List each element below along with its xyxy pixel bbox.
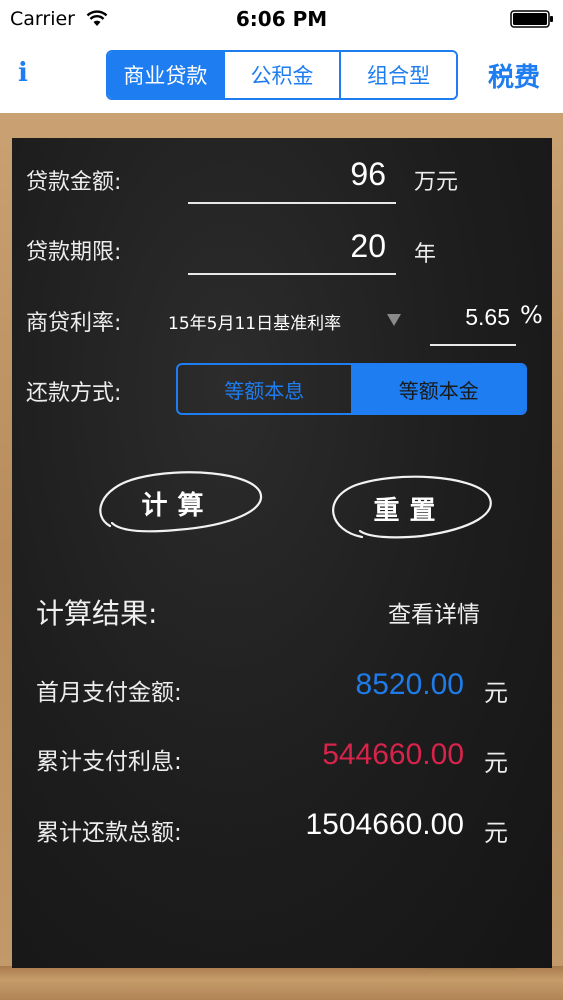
- loan-term-underline: [188, 273, 396, 275]
- rate-type-dropdown[interactable]: 15年5月11日基准利率: [168, 309, 341, 334]
- chalk-tray: [0, 966, 563, 1000]
- tax-button[interactable]: 税费: [488, 57, 540, 94]
- loan-term-unit: 年: [414, 242, 437, 267]
- loan-term-input[interactable]: 20: [188, 228, 386, 265]
- total-repayment-unit: 元: [484, 819, 508, 847]
- tab-commercial-loan[interactable]: 商业贷款: [108, 52, 225, 98]
- repayment-segmented-control: 等额本息 等额本金: [176, 363, 527, 415]
- triangle-down-icon[interactable]: [386, 313, 402, 327]
- result-title: 计算结果:: [36, 597, 158, 630]
- calculate-label: 计算: [141, 490, 214, 521]
- loan-amount-unit: 万元: [414, 170, 459, 195]
- tab-combined-loan[interactable]: 组合型: [341, 52, 456, 98]
- nav-bar: i 商业贷款 公积金 组合型 税费: [0, 40, 563, 113]
- battery-icon: [510, 10, 553, 28]
- loan-amount-label: 贷款金额:: [26, 170, 122, 195]
- loan-amount-underline: [188, 202, 396, 204]
- total-interest-unit: 元: [484, 749, 508, 777]
- rate-unit: %: [520, 301, 543, 329]
- first-month-payment-label: 首月支付金额:: [36, 680, 182, 706]
- rate-input[interactable]: 5.65: [432, 304, 510, 331]
- calculate-button[interactable]: 计算: [90, 468, 265, 538]
- rate-underline: [430, 344, 516, 346]
- total-repayment-label: 累计还款总额:: [36, 820, 182, 846]
- loan-type-segmented-control: 商业贷款 公积金 组合型: [106, 50, 458, 100]
- view-details-link[interactable]: 查看详情: [388, 595, 480, 629]
- loan-amount-input[interactable]: 96: [188, 156, 386, 193]
- total-interest-value: 544660.00: [322, 738, 464, 771]
- chalkboard: 贷款金额: 96 万元 贷款期限: 20 年 商贷利率: 15年5月11日基准利…: [12, 138, 552, 968]
- loan-term-label: 贷款期限:: [26, 240, 122, 265]
- first-month-payment-unit: 元: [484, 679, 508, 707]
- total-repayment-value: 1504660.00: [305, 808, 465, 841]
- reset-button[interactable]: 重置: [322, 473, 497, 543]
- status-bar: Carrier 6:06 PM: [0, 0, 563, 40]
- reset-label: 重置: [373, 495, 446, 526]
- total-interest-label: 累计支付利息:: [36, 749, 182, 775]
- repayment-label: 还款方式:: [26, 381, 122, 406]
- rate-label: 商贷利率:: [26, 311, 122, 336]
- clock: 6:06 PM: [235, 7, 328, 31]
- option-equal-principal[interactable]: 等额本金: [352, 365, 525, 413]
- info-button[interactable]: i: [18, 58, 28, 88]
- option-equal-installment[interactable]: 等额本息: [178, 365, 353, 413]
- first-month-payment-value: 8520.00: [355, 668, 464, 701]
- tab-provident-fund[interactable]: 公积金: [224, 52, 342, 98]
